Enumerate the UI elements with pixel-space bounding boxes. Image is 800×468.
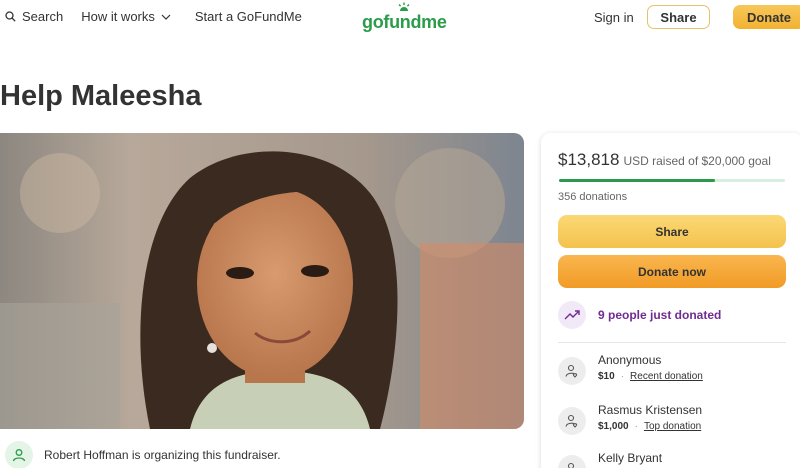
donor-amount: $1,000 [598,421,629,432]
user-icon [12,449,26,462]
divider [558,342,786,343]
donation-card: $13,818 USD raised of $20,000 goal 356 d… [541,133,800,468]
logo-text: gofundme [362,12,447,32]
goal-text: USD raised of $20,000 goal [623,154,771,168]
start-gofundme-label: Start a GoFundMe [194,9,302,24]
donor-avatar [558,455,586,468]
donor-avatar [558,357,586,385]
gofundme-logo[interactable]: gofundme [362,2,447,33]
share-button[interactable]: Share [558,215,786,248]
trending-up-icon [564,310,580,320]
separator-dot: · [620,371,625,382]
chevron-down-icon [161,14,171,20]
donor-avatar [558,407,586,435]
how-it-works-label: How it works [81,9,155,24]
donor-name: Anonymous [598,353,662,367]
organizer-avatar [5,441,33,468]
donor-heart-icon [567,462,575,468]
donor-item: Kelly Bryant [558,451,662,468]
donor-amount: $10 [598,371,615,382]
donor-name: Rasmus Kristensen [598,403,703,417]
recent-activity-text: 9 people just donated [598,308,722,322]
progress-bar [559,179,785,182]
donor-item: Rasmus Kristensen $1,000 · Top donation [558,403,702,435]
top-nav: Search How it works Start a GoFundMe [5,9,320,24]
separator-dot: · [634,421,638,432]
campaign-title: Help Maleesha [0,80,202,112]
progress-fill [559,179,715,182]
donor-name: Kelly Bryant [598,451,663,465]
top-donation-link[interactable]: Top donation [644,421,701,432]
donation-count: 356 donations [558,191,628,203]
start-gofundme-link[interactable]: Start a GoFundMe [195,9,302,24]
search-label: Search [22,9,64,24]
organizer-text: Robert Hoffman is organizing this fundra… [44,448,281,462]
sign-in-link[interactable]: Sign in [594,10,634,25]
search-icon [5,11,16,22]
donor-heart-icon [565,364,578,378]
logo-sun-icon [398,2,410,11]
donor-item: Anonymous $10 · Recent donation [558,353,703,385]
amount-raised-row: $13,818 USD raised of $20,000 goal [558,150,771,170]
organizer-row: Robert Hoffman is organizing this fundra… [5,441,281,468]
trending-icon-wrap [558,301,586,329]
recent-donation-link[interactable]: Recent donation [630,371,703,382]
donor-heart-icon [565,414,578,428]
campaign-photo [0,133,524,429]
donate-now-button[interactable]: Donate now [558,255,786,288]
how-it-works-menu[interactable]: How it works [81,9,177,24]
header-donate-button[interactable]: Donate [733,5,800,29]
recent-activity: 9 people just donated [558,301,721,329]
search-link[interactable]: Search [5,9,63,24]
amount-raised: $13,818 [558,150,620,169]
header-share-button[interactable]: Share [647,5,710,29]
